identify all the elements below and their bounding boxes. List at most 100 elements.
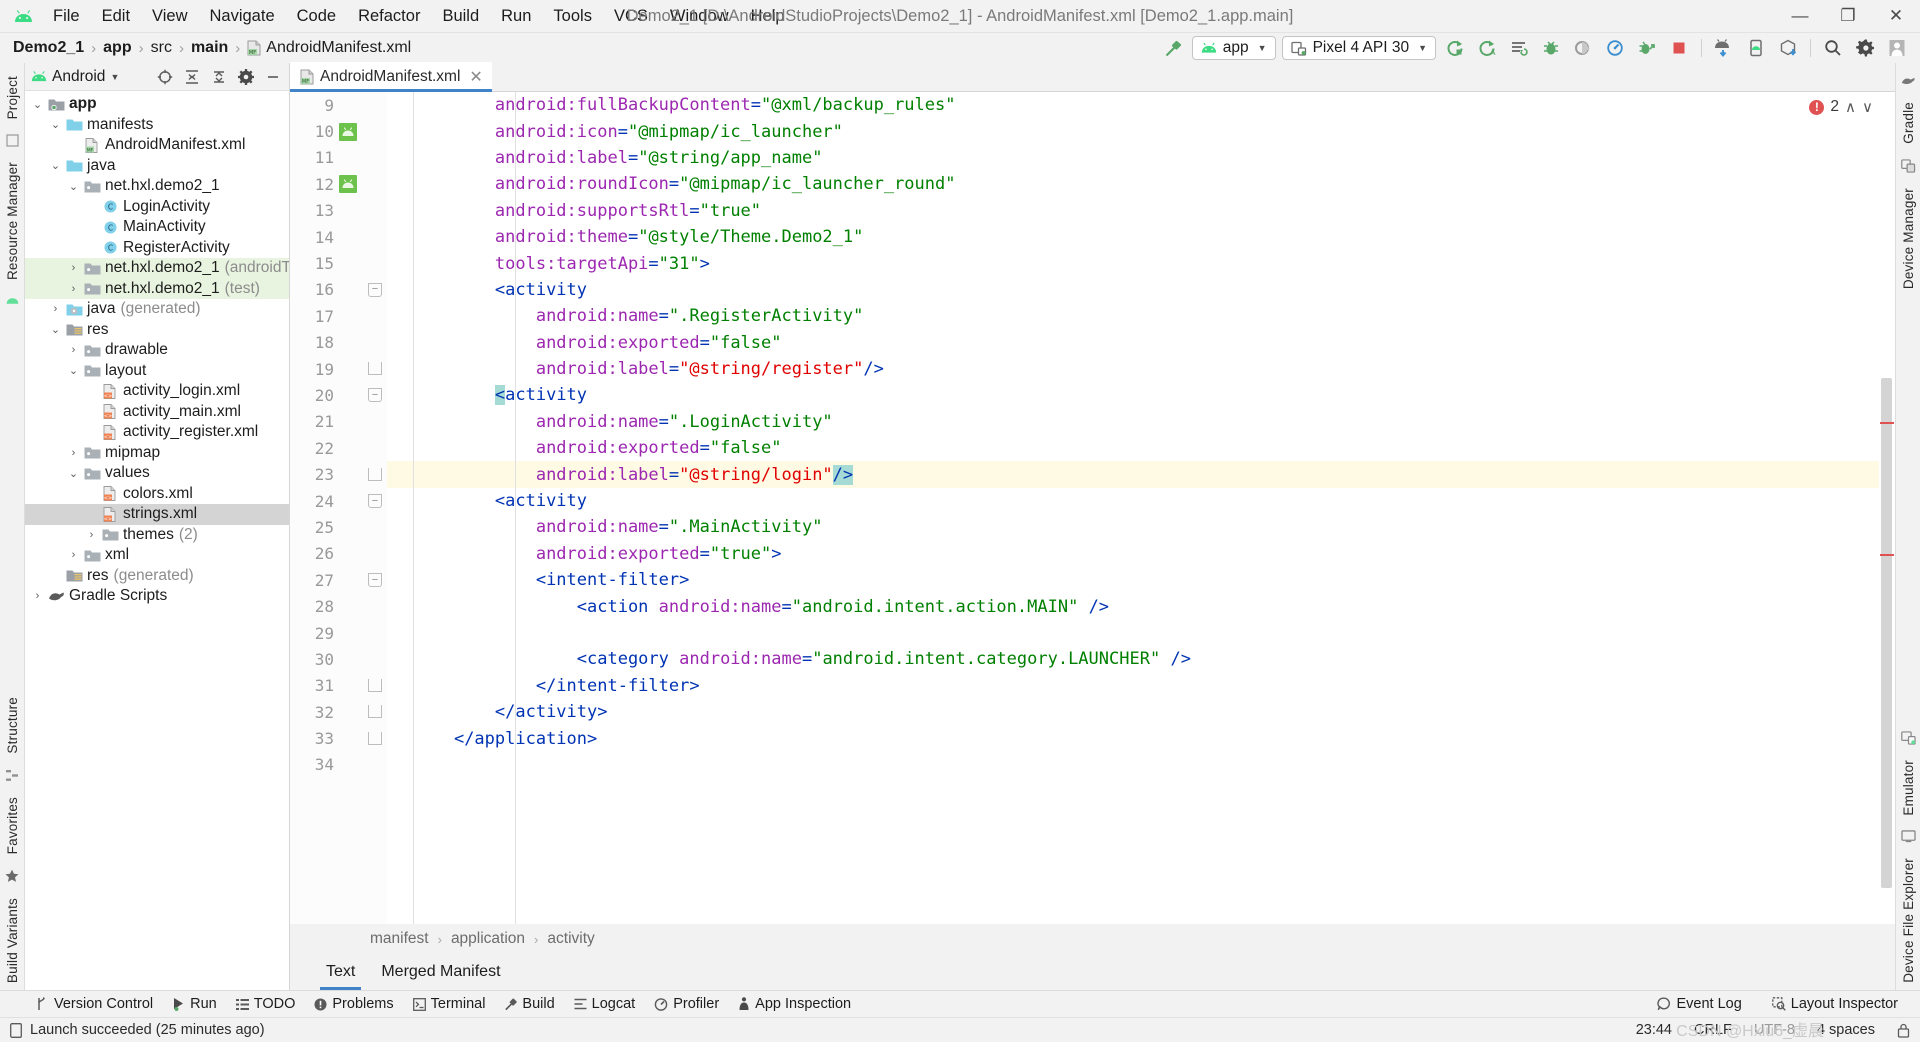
build-hammer-icon[interactable]	[1160, 36, 1186, 60]
xml-crumb-application[interactable]: application	[451, 930, 525, 948]
breadcrumb-main[interactable]: main	[188, 39, 231, 57]
menu-bar[interactable]: File Edit View Navigate Code Refactor Bu…	[42, 4, 796, 29]
code-line-29[interactable]	[387, 620, 1879, 646]
account-icon[interactable]	[1884, 36, 1910, 60]
chevron-right-icon[interactable]: ›	[47, 303, 64, 315]
chevron-down-icon[interactable]: ⌄	[29, 98, 46, 111]
chevron-right-icon[interactable]: ›	[65, 549, 82, 561]
code-line-14[interactable]: android:theme = "@style/Theme.Demo2_1"	[387, 224, 1879, 250]
search-icon[interactable]	[1820, 36, 1846, 60]
tree-item-manifests[interactable]: ⌄ manifests	[25, 115, 289, 136]
debug-icon[interactable]	[1538, 36, 1564, 60]
breadcrumb-project[interactable]: Demo2_1	[10, 39, 87, 57]
tree-item-activity-main-xml[interactable]: <> activity_main.xml	[25, 402, 289, 423]
tree-item-mainactivity[interactable]: C MainActivity	[25, 217, 289, 238]
chevron-down-icon[interactable]: ⌄	[65, 467, 82, 480]
tool-tab-device-manager[interactable]: Device Manager	[1898, 181, 1919, 296]
tree-item-themes[interactable]: › themes (2)	[25, 525, 289, 546]
minimize-button[interactable]: —	[1776, 0, 1824, 33]
chevron-right-icon[interactable]: ›	[29, 590, 46, 602]
tool-button-layout-inspector[interactable]: Layout Inspector	[1764, 994, 1906, 1014]
tool-button-profiler[interactable]: Profiler	[646, 994, 727, 1014]
sdk-manager-icon[interactable]	[1711, 36, 1737, 60]
chevron-right-icon[interactable]: ›	[83, 529, 100, 541]
expand-all-icon[interactable]	[182, 67, 202, 87]
breadcrumb-src[interactable]: src	[148, 39, 175, 57]
hide-panel-icon[interactable]	[263, 67, 283, 87]
code-line-25[interactable]: android:name = ".MainActivity"	[387, 514, 1879, 540]
fold-collapse-icon[interactable]: −	[368, 388, 382, 403]
sync-gradle-icon[interactable]	[1775, 36, 1801, 60]
tree-item-gradle-scripts[interactable]: › Gradle Scripts	[25, 586, 289, 607]
editor-scrollbar-marks[interactable]	[1879, 92, 1895, 924]
code-line-30[interactable]: <category android:name = "android.intent.c…	[387, 646, 1879, 672]
menu-vcs[interactable]: VCS	[603, 4, 659, 29]
menu-code[interactable]: Code	[286, 4, 347, 29]
fold-end-icon[interactable]	[368, 731, 382, 745]
chevron-right-icon[interactable]: ›	[65, 262, 82, 274]
tool-tab-gradle[interactable]: Gradle	[1898, 95, 1919, 151]
chevron-down-icon[interactable]: ⌄	[47, 323, 64, 336]
code-line-33[interactable]: </application>	[387, 725, 1879, 751]
chevron-down-icon[interactable]: ⌄	[47, 159, 64, 172]
code-line-21[interactable]: android:name = ".LoginActivity"	[387, 409, 1879, 435]
fold-end-icon[interactable]	[368, 362, 382, 375]
code-line-12[interactable]: android:roundIcon = "@mipmap/ic_launcher_r…	[387, 171, 1879, 197]
tree-item-registeractivity[interactable]: C RegisterActivity	[25, 238, 289, 259]
tab-text[interactable]: Text	[319, 954, 362, 990]
menu-run[interactable]: Run	[490, 4, 542, 29]
run-icon[interactable]	[1442, 36, 1468, 60]
tree-item-drawable[interactable]: › drawable	[25, 340, 289, 361]
xml-crumb-manifest[interactable]: manifest	[370, 930, 429, 948]
code-line-28[interactable]: <action android:name = "android.intent.act…	[387, 593, 1879, 619]
code-line-24[interactable]: <activity	[387, 488, 1879, 514]
code-text-area[interactable]: android:fullBackupContent = "@xml/backup_r…	[387, 92, 1879, 924]
fold-collapse-icon[interactable]: −	[368, 494, 382, 508]
tree-item-java[interactable]: ⌄ java	[25, 156, 289, 177]
settings-icon[interactable]	[236, 67, 256, 87]
code-line-26[interactable]: android:exported = "true" >	[387, 541, 1879, 567]
lock-icon[interactable]	[1897, 1023, 1910, 1038]
scroll-from-source-icon[interactable]	[155, 67, 175, 87]
tool-tab-project[interactable]: Project	[2, 69, 23, 126]
status-line-separator[interactable]: CRLF	[1694, 1022, 1732, 1038]
code-folding-column[interactable]: − − − −	[365, 92, 387, 924]
close-button[interactable]: ✕	[1872, 0, 1920, 33]
maximize-button[interactable]: ❐	[1824, 0, 1872, 33]
next-error-icon[interactable]: ∨	[1862, 98, 1873, 116]
chevron-right-icon[interactable]: ›	[65, 283, 82, 295]
tool-button-version-control[interactable]: Version Control	[28, 994, 161, 1014]
menu-navigate[interactable]: Navigate	[199, 4, 286, 29]
debug-run-icon[interactable]: A	[1474, 36, 1500, 60]
code-line-10[interactable]: android:icon = "@mipmap/ic_launcher"	[387, 118, 1879, 144]
status-encoding[interactable]: UTF-8	[1754, 1022, 1795, 1038]
code-line-16[interactable]: <activity	[387, 277, 1879, 303]
tree-item-net-hxl-demo2-1[interactable]: › net.hxl.demo2_1(androidTest)	[25, 258, 289, 279]
code-line-23[interactable]: android:label = "@string/login"/>	[387, 461, 1879, 488]
tool-button-logcat[interactable]: Logcat	[566, 994, 644, 1014]
xml-crumb-activity[interactable]: activity	[547, 930, 594, 948]
code-line-13[interactable]: android:supportsRtl = "true"	[387, 198, 1879, 224]
tree-item-strings-xml[interactable]: <> strings.xml	[25, 504, 289, 525]
tree-item-net-hxl-demo2-1[interactable]: › net.hxl.demo2_1 (test)	[25, 278, 289, 299]
run-configuration-selector[interactable]: app ▼	[1191, 36, 1276, 60]
chevron-down-icon[interactable]: ⌄	[65, 364, 82, 377]
tab-merged-manifest[interactable]: Merged Manifest	[381, 954, 500, 990]
chevron-right-icon[interactable]: ›	[65, 447, 82, 459]
coverage-icon[interactable]	[1570, 36, 1596, 60]
code-line-20[interactable]: < activity	[387, 382, 1879, 408]
code-line-27[interactable]: <intent-filter>	[387, 567, 1879, 593]
tree-item-activity-login-xml[interactable]: <> activity_login.xml	[25, 381, 289, 402]
chevron-down-icon[interactable]: ▼	[110, 72, 119, 82]
tool-tab-emulator[interactable]: Emulator	[1898, 753, 1919, 823]
tree-item-androidmanifest-xml[interactable]: MF AndroidManifest.xml	[25, 135, 289, 156]
tool-button-terminal[interactable]: Terminal	[405, 994, 494, 1014]
menu-edit[interactable]: Edit	[91, 4, 141, 29]
inspection-widget[interactable]: ! 2 ∧ ∨	[1809, 98, 1873, 116]
tree-item-app[interactable]: ⌄ app	[25, 94, 289, 115]
menu-file[interactable]: File	[42, 4, 91, 29]
chevron-down-icon[interactable]: ⌄	[47, 118, 64, 131]
tree-item-mipmap[interactable]: › mipmap	[25, 443, 289, 464]
tree-item-loginactivity[interactable]: C LoginActivity	[25, 197, 289, 218]
breadcrumb-file[interactable]: MF AndroidManifest.xml	[244, 39, 414, 57]
